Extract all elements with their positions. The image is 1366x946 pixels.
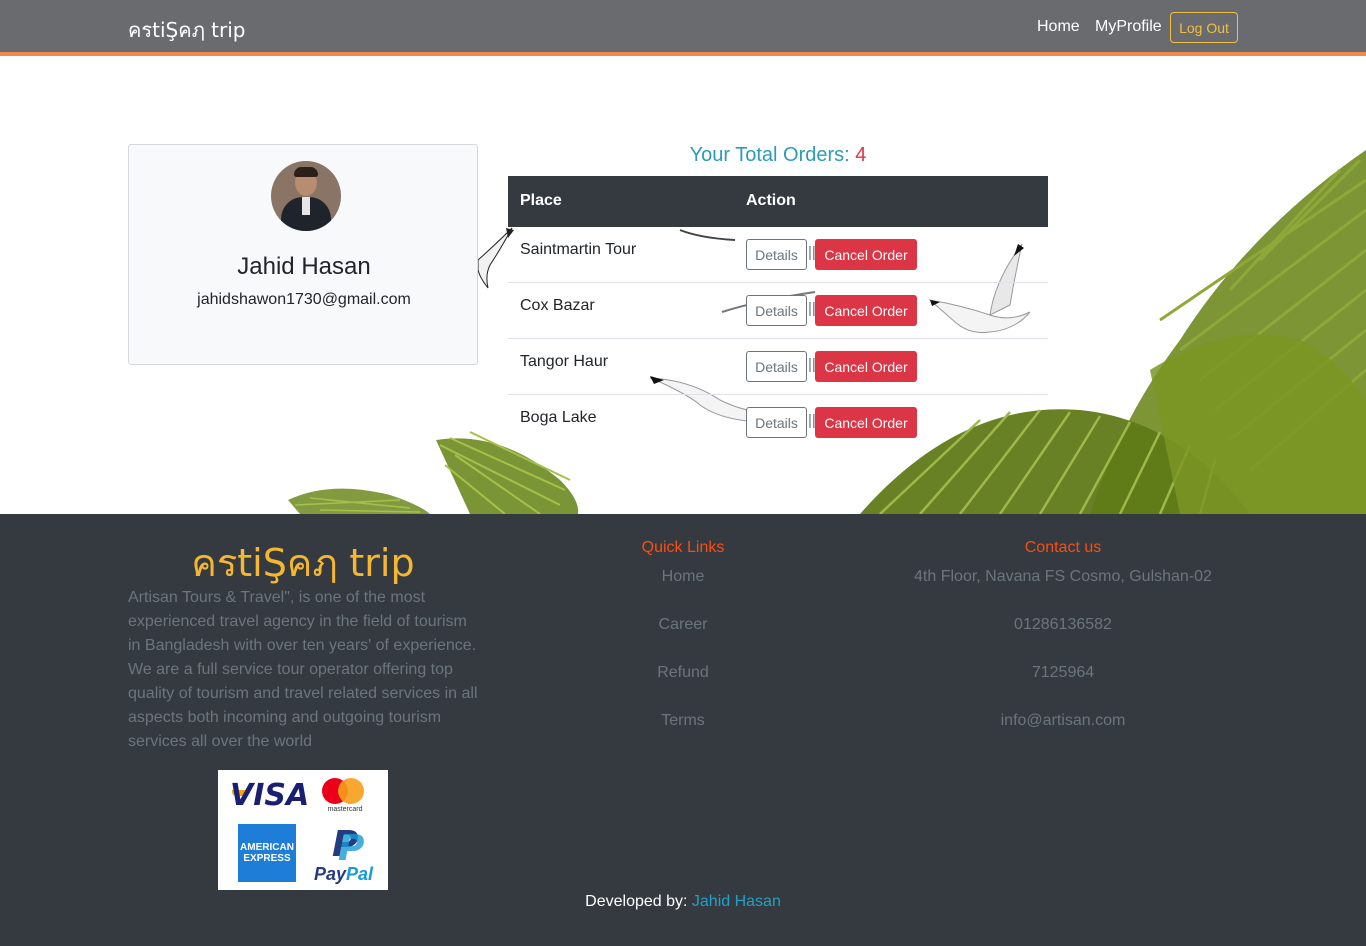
details-button[interactable]: Details [746,407,807,438]
cancel-order-button[interactable]: Cancel Order [815,351,917,382]
main-content: Jahid Hasan jahidshawon1730@gmail.com Yo… [0,60,1366,514]
footer-brand-logo: ครtiŞคฦ trip [191,541,415,585]
order-place: Boga Lake [520,409,597,426]
order-place: Tangor Haur [520,353,609,370]
visa-logo: VISA [230,778,310,813]
details-button[interactable]: Details [746,295,807,326]
paypal-p-mark-overlay: P [338,828,365,869]
paypal-wordmark-pay: Pay [314,864,347,884]
table-row: Saintmartin Tour Details || Cancel Order [508,227,1048,283]
footer-link-terms[interactable]: Terms [560,712,806,730]
contact-phone-alt: 7125964 [1031,664,1095,681]
navbar: ครtiŞคฦ trip Home MyProfile Log Out [0,0,1366,56]
cancel-order-button[interactable]: Cancel Order [815,407,917,438]
footer-link-career[interactable]: Career [560,616,806,634]
payment-methods: VISA mastercard AMERICAN EXPRESS P P Pay… [218,770,388,890]
details-button[interactable]: Details [746,239,807,270]
amex-logo: AMERICAN EXPRESS [238,824,296,882]
table-row: Boga Lake Details || Cancel Order [508,395,1048,451]
developer-credit: Developed by: Jahid Hasan [0,893,1366,911]
table-row: Cox Bazar Details || Cancel Order [508,283,1048,339]
cancel-order-button[interactable]: Cancel Order [815,239,917,270]
paypal-logo: P P PayPal [314,824,378,884]
profile-name: Jahid Hasan [237,253,371,280]
avatar [271,161,341,231]
brand-logo[interactable]: ครtiŞคฦ trip [128,14,245,46]
orders-title-label: Your Total Orders: [689,144,856,166]
contact-address: 4th Floor, Navana FS Cosmo, Gulshan-02 [914,568,1212,585]
column-header-place: Place [520,192,562,209]
nav-home-link[interactable]: Home [1037,18,1080,36]
cancel-order-button[interactable]: Cancel Order [815,295,917,326]
table-header: Place Action [508,176,1048,227]
paypal-wordmark-pal: Pal [346,864,374,884]
column-header-action: Action [746,192,796,209]
order-place: Saintmartin Tour [520,241,637,258]
details-button[interactable]: Details [746,351,807,382]
orders-title: Your Total Orders: 4 [508,144,1048,167]
orders-count: 4 [855,144,867,166]
footer-link-home[interactable]: Home [560,568,806,586]
contact-heading: Contact us [1024,539,1102,556]
footer: ครtiŞคฦ trip Artisan Tours & Travel", is… [0,514,1366,946]
order-place: Cox Bazar [520,297,595,314]
profile-card: Jahid Hasan jahidshawon1730@gmail.com [128,144,478,365]
contact-phone: 01286136582 [1014,616,1112,633]
mastercard-logo: mastercard [318,776,372,816]
profile-email: jahidshawon1730@gmail.com [197,291,411,308]
table-row: Tangor Haur Details || Cancel Order [508,339,1048,395]
paypal-wordmark: PayPal [314,864,373,885]
contact-email: info@artisan.com [1000,712,1126,729]
nav-myprofile-link[interactable]: MyProfile [1095,18,1162,36]
developer-link[interactable]: Jahid Hasan [692,893,781,910]
mastercard-label: mastercard [327,806,363,813]
logout-button[interactable]: Log Out [1170,12,1238,43]
footer-link-refund[interactable]: Refund [560,664,806,682]
developer-prefix: Developed by: [585,893,692,910]
footer-about-text: Artisan Tours & Travel", is one of the m… [128,589,478,750]
quick-links-heading: Quick Links [641,539,725,556]
